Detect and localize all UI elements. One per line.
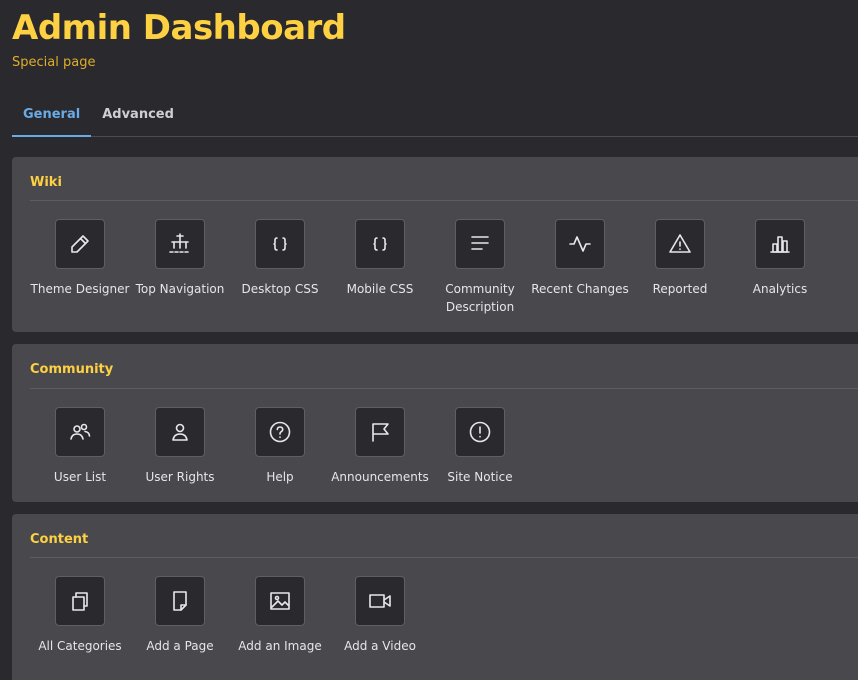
tool-theme-designer[interactable]: Theme Designer: [30, 219, 130, 298]
tool-label: Theme Designer: [30, 282, 130, 296]
text-lines-icon: [455, 219, 505, 269]
tool-label: User Rights: [145, 470, 215, 484]
tool-label: Add an Image: [238, 639, 322, 653]
user-icon: [155, 407, 205, 457]
tool-analytics[interactable]: Analytics: [730, 219, 830, 298]
section-title-wiki: Wiki: [30, 175, 62, 190]
tool-all-categories[interactable]: All Categories: [30, 576, 130, 655]
code-braces-icon: [255, 219, 305, 269]
admin-dashboard-page: Admin Dashboard Special page General Adv…: [0, 0, 858, 680]
page-subtitle: Special page: [12, 55, 96, 70]
section-title-content: Content: [30, 532, 89, 547]
tool-label: Reported: [652, 282, 708, 296]
tool-label: Site Notice: [447, 470, 513, 484]
tool-label: Help: [266, 470, 294, 484]
tool-add-video[interactable]: Add a Video: [330, 576, 430, 655]
question-icon: [255, 407, 305, 457]
code-braces-icon: [355, 219, 405, 269]
tool-site-notice[interactable]: Site Notice: [430, 407, 530, 486]
tool-top-navigation[interactable]: Top Navigation: [130, 219, 230, 298]
tool-mobile-css[interactable]: Mobile CSS: [330, 219, 430, 298]
tool-user-list[interactable]: User List: [30, 407, 130, 486]
tool-desktop-css[interactable]: Desktop CSS: [230, 219, 330, 298]
section-content: Content All Categories Add a Page Add an…: [12, 514, 858, 680]
tool-label: All Categories: [38, 639, 122, 653]
section-divider: [30, 200, 858, 201]
tool-add-image[interactable]: Add an Image: [230, 576, 330, 655]
tool-label: Analytics: [752, 282, 808, 296]
tab-advanced[interactable]: Advanced: [91, 98, 185, 137]
section-community: Community User List User Rights Help Ann: [12, 344, 858, 502]
section-title-community: Community: [30, 362, 114, 377]
tool-label: Announcements: [331, 470, 429, 484]
video-icon: [355, 576, 405, 626]
tool-label: Mobile CSS: [346, 282, 414, 296]
section-wiki: Wiki Theme Designer Top Navigation Deskt…: [12, 157, 858, 332]
tool-announcements[interactable]: Announcements: [330, 407, 430, 486]
tool-add-page[interactable]: Add a Page: [130, 576, 230, 655]
tool-label: User List: [53, 470, 107, 484]
tool-help[interactable]: Help: [230, 407, 330, 486]
page-icon: [155, 576, 205, 626]
tool-user-rights[interactable]: User Rights: [130, 407, 230, 486]
activity-icon: [555, 219, 605, 269]
alert-circle-icon: [455, 407, 505, 457]
bar-chart-icon: [755, 219, 805, 269]
tool-community-description[interactable]: Community Description: [430, 219, 530, 316]
tool-label: Recent Changes: [531, 282, 629, 296]
image-icon: [255, 576, 305, 626]
tab-bar: General Advanced: [12, 98, 858, 137]
tool-recent-changes[interactable]: Recent Changes: [530, 219, 630, 298]
users-icon: [55, 407, 105, 457]
section-divider: [30, 557, 858, 558]
warning-icon: [655, 219, 705, 269]
tool-reported[interactable]: Reported: [630, 219, 730, 298]
copy-icon: [55, 576, 105, 626]
tab-general[interactable]: General: [12, 98, 92, 137]
pencil-icon: [55, 219, 105, 269]
tool-label: Top Navigation: [135, 282, 225, 296]
tool-label: Community Description: [445, 282, 515, 314]
tool-label: Desktop CSS: [241, 282, 319, 296]
sitemap-icon: [155, 219, 205, 269]
flag-icon: [355, 407, 405, 457]
page-title: Admin Dashboard: [12, 8, 346, 48]
tool-label: Add a Video: [344, 639, 416, 653]
section-divider: [30, 388, 858, 389]
tool-label: Add a Page: [146, 639, 214, 653]
